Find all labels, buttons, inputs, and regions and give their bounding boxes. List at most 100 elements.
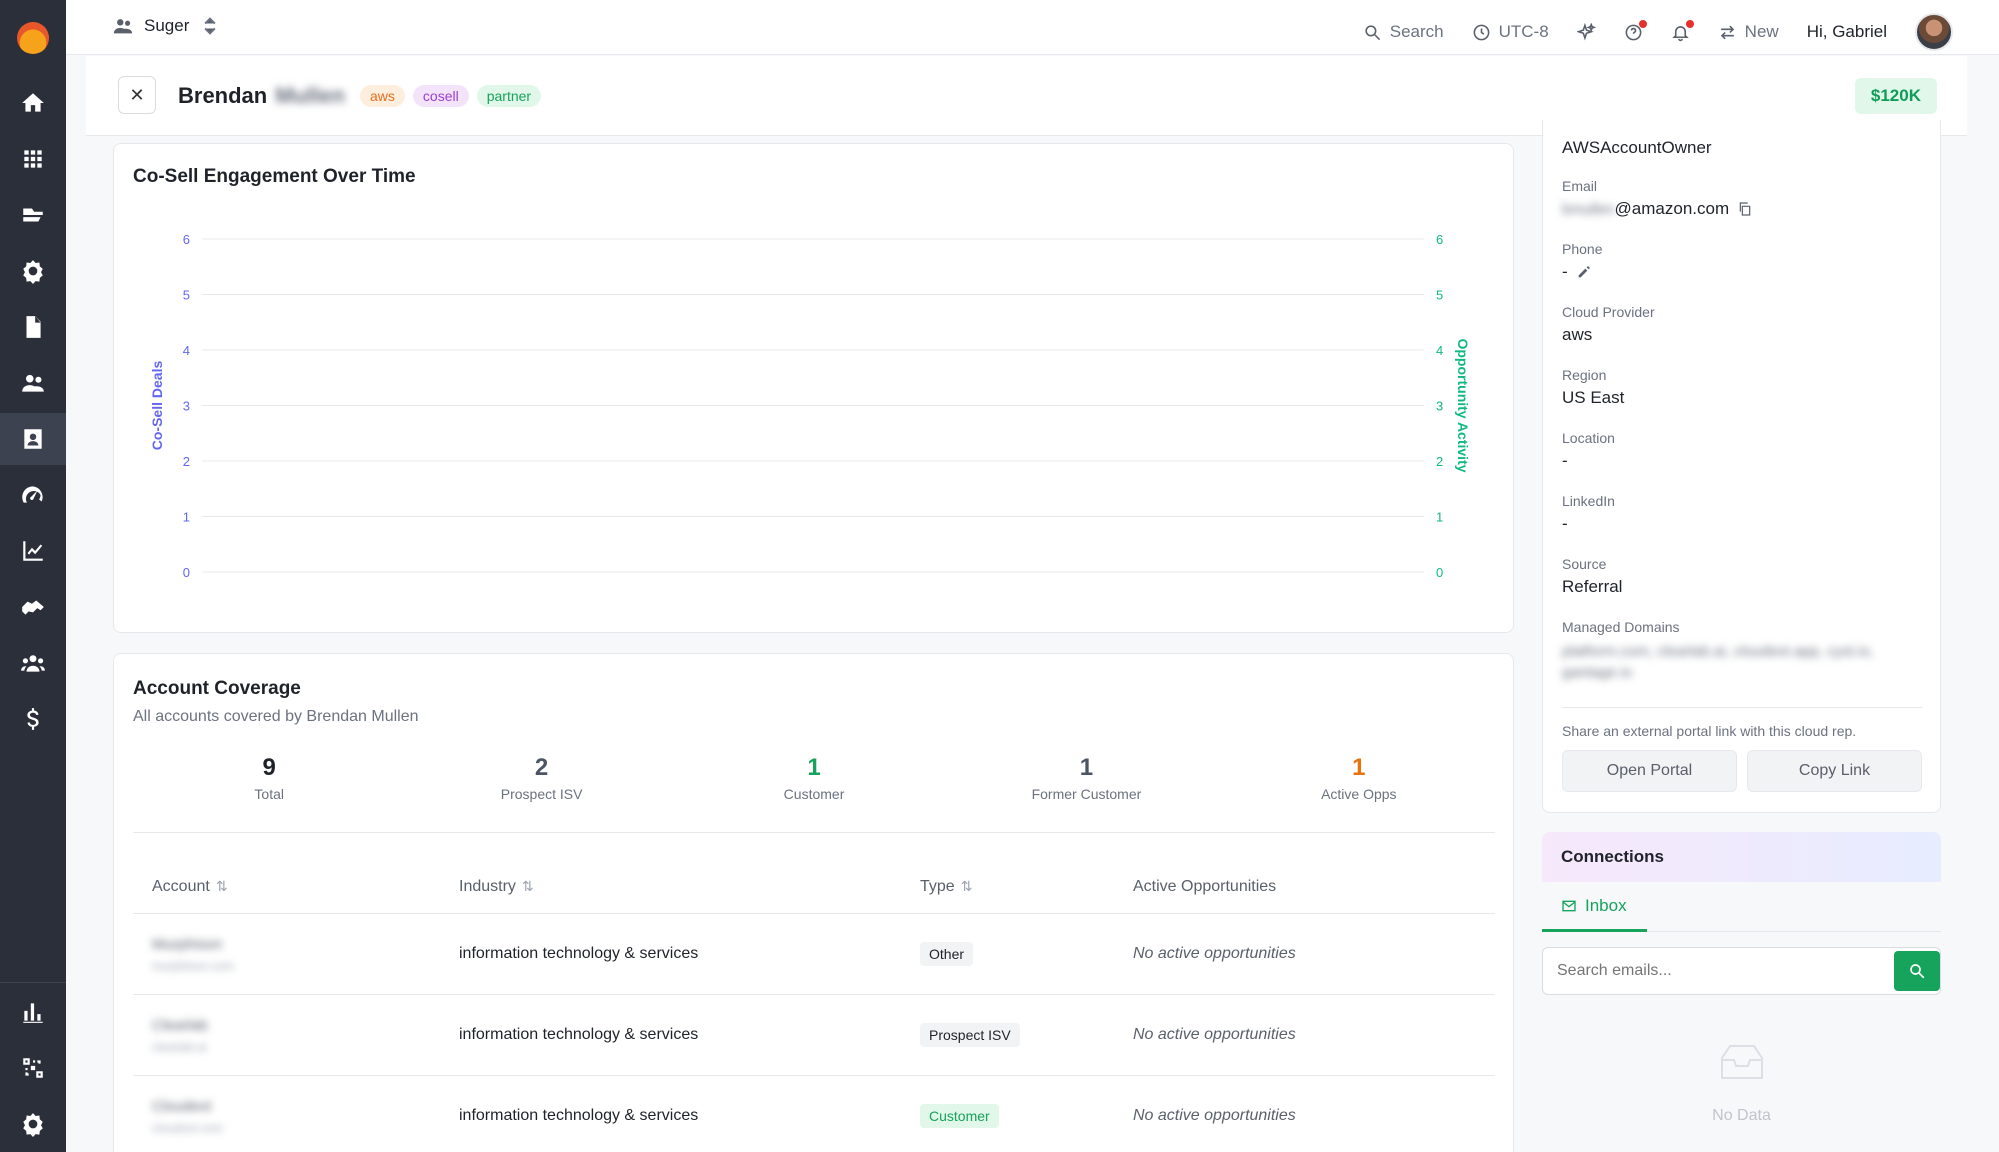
role-value: AWSAccountOwner bbox=[1562, 138, 1712, 157]
left-tick-label: 3 bbox=[183, 399, 190, 414]
contacts-icon[interactable] bbox=[0, 357, 66, 409]
table-row[interactable]: Cloudext cloudext.com information techno… bbox=[133, 1076, 1495, 1152]
type-cell: Other bbox=[920, 942, 1133, 966]
email-value: bmullen@amazon.com bbox=[1562, 199, 1753, 219]
source-label: Source bbox=[1562, 556, 1607, 572]
table-row[interactable]: Clearlab clearlab.ai information technol… bbox=[133, 995, 1495, 1076]
settings-gear-icon[interactable] bbox=[0, 245, 66, 297]
account-name: Clearlab bbox=[152, 1016, 208, 1034]
cloud-provider-label: Cloud Provider bbox=[1562, 304, 1655, 320]
left-tick-label: 6 bbox=[183, 232, 190, 247]
timezone-button[interactable]: UTC-8 bbox=[1472, 22, 1549, 42]
user-avatar[interactable] bbox=[1915, 13, 1953, 51]
swap-arrows-icon bbox=[1720, 25, 1734, 39]
phone-value: - bbox=[1562, 262, 1568, 281]
type-cell: Customer bbox=[920, 1104, 1133, 1128]
left-tick-label: 0 bbox=[183, 565, 190, 580]
account-domain: cloudext.com bbox=[152, 1120, 223, 1135]
tag-aws: aws bbox=[360, 85, 405, 107]
deal-value-badge: $120K bbox=[1854, 78, 1937, 114]
connections-title: Connections bbox=[1561, 847, 1664, 866]
listing-icon[interactable] bbox=[0, 189, 66, 241]
column-account[interactable]: Account ⇅ bbox=[133, 878, 459, 896]
open-portal-button[interactable]: Open Portal bbox=[1562, 750, 1737, 792]
stats-divider bbox=[133, 832, 1495, 833]
engagement-chart-card: Co-Sell Engagement Over Time 00112233445… bbox=[113, 143, 1514, 633]
right-tick-label: 2 bbox=[1436, 454, 1443, 469]
sort-icon: ⇅ bbox=[521, 877, 534, 894]
billing-dollar-icon[interactable] bbox=[0, 693, 66, 745]
app-logo[interactable] bbox=[17, 22, 49, 54]
settings-icon[interactable] bbox=[0, 1098, 66, 1150]
column-account-label: Account bbox=[152, 877, 210, 895]
stat-active-opps: 1 Active Opps bbox=[1223, 754, 1495, 802]
source-field: Source Referral bbox=[1562, 556, 1622, 597]
apps-grid-icon[interactable] bbox=[0, 133, 66, 185]
right-tick-label: 0 bbox=[1436, 565, 1443, 580]
org-switcher[interactable]: Suger bbox=[112, 15, 221, 37]
column-industry[interactable]: Industry ⇅ bbox=[459, 878, 920, 896]
stat-prospect-value: 2 bbox=[534, 754, 549, 781]
managed-domains-line-1: platform.com, clearlab.ai, cloudext.app,… bbox=[1562, 643, 1874, 660]
search-emails-input[interactable] bbox=[1543, 948, 1890, 994]
speedometer-icon[interactable] bbox=[0, 469, 66, 521]
contact-name: Brendan Mullen bbox=[178, 83, 345, 109]
email-search bbox=[1542, 947, 1941, 995]
team-icon[interactable] bbox=[0, 637, 66, 689]
account-cell[interactable]: Clearlab clearlab.ai bbox=[133, 1017, 459, 1054]
handshake-icon[interactable] bbox=[0, 581, 66, 633]
copy-icon[interactable] bbox=[1737, 201, 1753, 217]
copy-link-button[interactable]: Copy Link bbox=[1747, 750, 1922, 792]
tag-partner: partner bbox=[476, 85, 542, 107]
account-name: Cloudext bbox=[152, 1097, 212, 1115]
notifications-dot bbox=[1685, 19, 1694, 28]
connections-tabs: Inbox bbox=[1542, 882, 1941, 932]
document-icon[interactable] bbox=[0, 301, 66, 353]
close-button[interactable]: ✕ bbox=[118, 76, 156, 114]
linkedin-field: LinkedIn - bbox=[1562, 493, 1615, 534]
empty-state: No Data bbox=[1542, 1040, 1941, 1125]
account-coverage-card: Account Coverage All accounts covered by… bbox=[113, 653, 1514, 1152]
top-actions: Search UTC-8 New Hi, Gabriel bbox=[1363, 13, 1953, 51]
column-type[interactable]: Type ⇅ bbox=[920, 878, 1133, 896]
sidebar bbox=[0, 0, 66, 1152]
stat-customer-value: 1 bbox=[807, 754, 821, 781]
tab-inbox-label: Inbox bbox=[1585, 896, 1627, 915]
ai-sparkle-button[interactable] bbox=[1576, 22, 1596, 42]
new-button[interactable]: New bbox=[1718, 22, 1779, 42]
type-cell: Prospect ISV bbox=[920, 1023, 1133, 1047]
industry-cell: information technology & services bbox=[459, 945, 699, 962]
contact-card-icon[interactable] bbox=[0, 413, 66, 465]
details-divider bbox=[1562, 707, 1922, 708]
new-label: New bbox=[1744, 22, 1779, 41]
home-icon[interactable] bbox=[0, 77, 66, 129]
account-cell[interactable]: Murphison murphison.com bbox=[133, 936, 459, 973]
tab-inbox[interactable]: Inbox bbox=[1561, 896, 1627, 916]
search-icon bbox=[1910, 964, 1925, 979]
type-badge: Prospect ISV bbox=[920, 1023, 1020, 1047]
reports-bar-icon[interactable] bbox=[0, 986, 66, 1038]
analytics-icon[interactable] bbox=[0, 525, 66, 577]
edit-pencil-icon[interactable] bbox=[1576, 264, 1592, 280]
managed-domains-label: Managed Domains bbox=[1562, 619, 1680, 635]
table-row[interactable]: Murphison murphison.com information tech… bbox=[133, 914, 1495, 995]
top-bar: Suger Search UTC-8 New Hi, Gabriel bbox=[66, 0, 1999, 55]
account-domain: murphison.com bbox=[152, 958, 235, 973]
cloud-provider-field: Cloud Provider aws bbox=[1562, 304, 1655, 345]
stat-prospect-isv: 2 Prospect ISV bbox=[405, 754, 677, 802]
email-label: Email bbox=[1562, 178, 1598, 194]
integrations-icon[interactable] bbox=[0, 1042, 66, 1094]
sparkle-icon bbox=[1576, 22, 1596, 41]
location-value: - bbox=[1562, 451, 1568, 470]
sort-icon: ⇅ bbox=[215, 877, 228, 894]
left-axis-label: Co-Sell Deals bbox=[149, 361, 165, 451]
contact-last-name: Mullen bbox=[275, 83, 345, 108]
notifications-button[interactable] bbox=[1671, 19, 1694, 42]
search-button[interactable]: Search bbox=[1363, 22, 1444, 42]
search-emails-button[interactable] bbox=[1894, 951, 1940, 991]
help-button[interactable] bbox=[1624, 19, 1647, 42]
source-value: Referral bbox=[1562, 577, 1623, 596]
account-name: Murphison bbox=[152, 935, 223, 953]
account-cell[interactable]: Cloudext cloudext.com bbox=[133, 1098, 459, 1135]
email-user: bmullen bbox=[1562, 201, 1615, 218]
